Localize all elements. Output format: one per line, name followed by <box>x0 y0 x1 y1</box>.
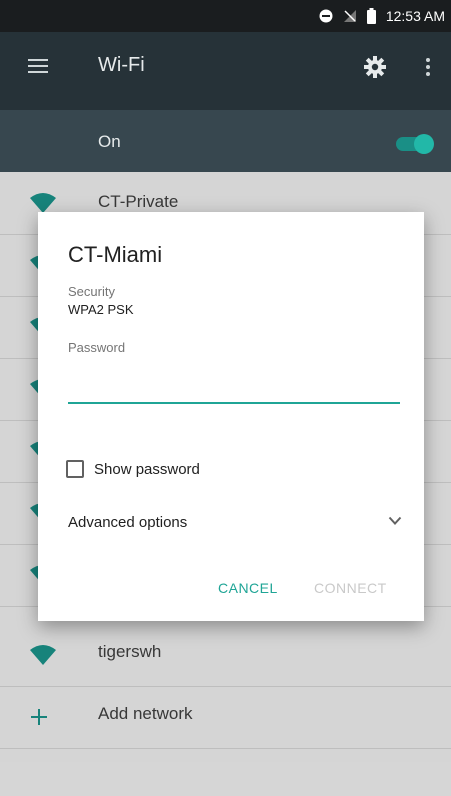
show-password-label: Show password <box>94 460 200 478</box>
security-value: WPA2 PSK <box>68 302 134 317</box>
menu-icon[interactable] <box>28 58 48 74</box>
cancel-button[interactable]: CANCEL <box>218 580 278 596</box>
show-password-checkbox[interactable] <box>66 460 84 478</box>
password-label: Password <box>68 340 126 355</box>
wifi-connect-dialog: CT-Miami Security WPA2 PSK Password Show… <box>38 212 424 621</box>
status-time: 12:53 AM <box>385 8 445 24</box>
status-bar: 12:53 AM <box>0 0 451 32</box>
advanced-options-toggle[interactable]: Advanced options <box>68 512 402 536</box>
page-title: Wi-Fi <box>98 54 145 76</box>
advanced-options-label: Advanced options <box>68 514 188 531</box>
chevron-down-icon <box>388 516 402 525</box>
password-input[interactable] <box>68 368 400 404</box>
battery-icon <box>366 8 376 24</box>
gear-icon[interactable] <box>364 56 386 78</box>
security-label: Security <box>68 284 115 299</box>
no-signal-icon <box>343 10 356 22</box>
do-not-disturb-icon <box>319 9 333 23</box>
toolbar: Wi-Fi <box>0 32 451 110</box>
wifi-toggle-label: On <box>98 132 121 151</box>
wifi-toggle-switch[interactable] <box>394 134 434 154</box>
overflow-menu-icon[interactable] <box>424 56 432 78</box>
switch-thumb <box>414 134 434 154</box>
show-password-toggle[interactable]: Show password <box>66 458 200 480</box>
connect-button[interactable]: CONNECT <box>314 580 387 596</box>
dialog-title: CT-Miami <box>68 242 163 267</box>
status-icons: 12:53 AM <box>319 6 445 26</box>
wifi-toggle-bar: On <box>0 110 451 172</box>
